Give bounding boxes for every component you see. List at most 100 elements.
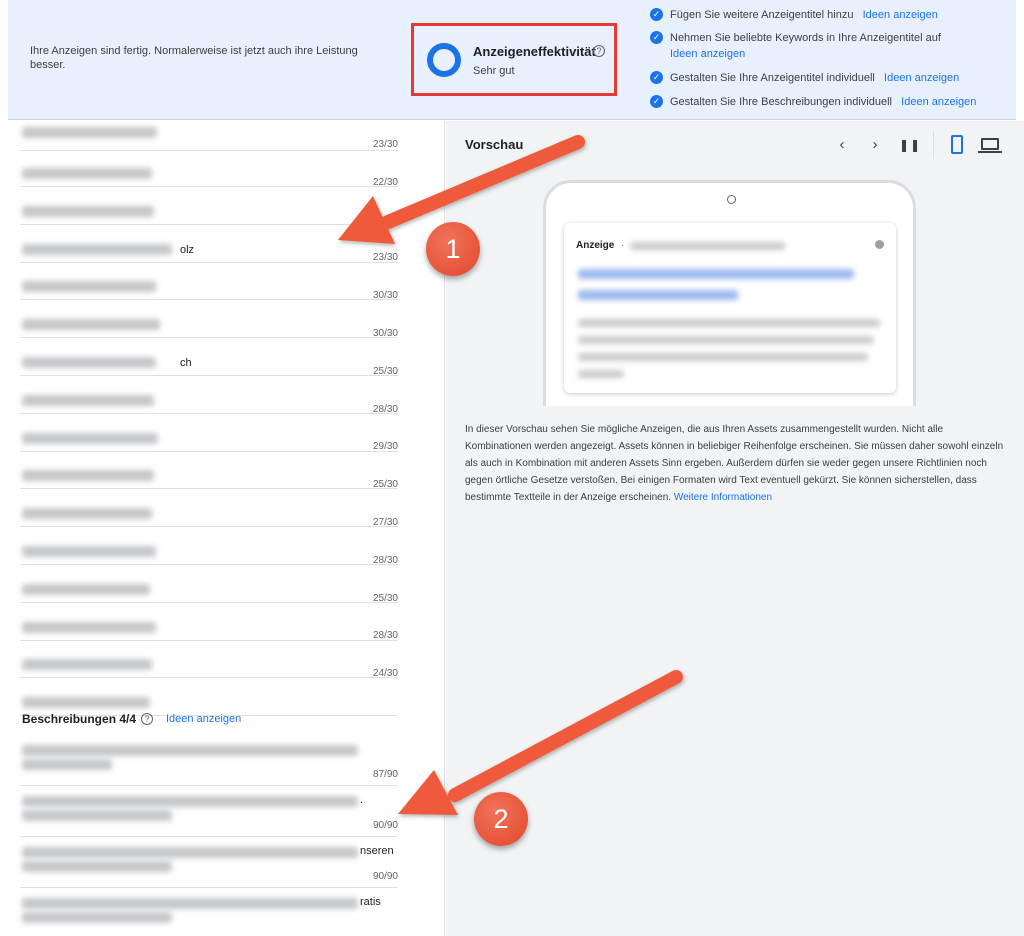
character-count: 28/30 — [372, 554, 398, 566]
ideas-link[interactable]: Ideen anzeigen — [901, 96, 976, 108]
blurred-headline — [22, 583, 150, 595]
pause-icon[interactable]: ❚❚ — [899, 135, 920, 155]
blurred-headline — [22, 621, 156, 633]
phone-mockup: Anzeige · — [543, 180, 916, 406]
headline-row[interactable]: olz 30/30 — [20, 215, 398, 263]
character-count: 87/90 — [372, 769, 398, 780]
banner-message: Ihre Anzeigen sind fertig. Normalerweise… — [30, 45, 358, 71]
phone-camera — [727, 195, 736, 204]
character-count: 28/30 — [372, 403, 398, 415]
headline-row[interactable] — [20, 113, 398, 151]
headline-row[interactable]: 28/30 — [20, 630, 398, 679]
laptop-icon[interactable] — [981, 138, 999, 150]
headline-row[interactable]: 23/30 — [20, 252, 398, 301]
question-circle-icon[interactable]: ? — [141, 713, 153, 725]
blurred-description — [22, 796, 358, 807]
headline-text-fragment: olz — [180, 243, 195, 256]
ideas-link[interactable]: Ideen anzeigen — [670, 48, 745, 60]
headline-row[interactable]: 23/30 — [20, 139, 398, 187]
character-count: 28/30 — [372, 630, 398, 642]
blurred-description — [22, 745, 358, 756]
character-count: 30/30 — [372, 214, 398, 226]
effectiveness-title: Anzeigeneffektivität — [473, 44, 596, 59]
blurred-description — [22, 898, 358, 909]
info-icon[interactable] — [875, 240, 884, 249]
blurred-ad-description — [578, 353, 868, 361]
headline-row[interactable]: 25/30 — [20, 366, 398, 414]
suggestion-text: Nehmen Sie beliebte Keywords in Ihre Anz… — [670, 32, 941, 44]
descriptions-heading: Beschreibungen 4/4 — [22, 712, 137, 726]
blurred-headline — [22, 319, 160, 331]
ideas-link[interactable]: Ideen anzeigen — [863, 9, 938, 21]
ad-label: Anzeige — [576, 240, 615, 251]
effectiveness-banner: Ihre Anzeigen sind fertig. Normalerweise… — [8, 0, 1016, 120]
description-row[interactable]: ratis — [20, 888, 398, 936]
preview-title: Vorschau — [465, 137, 524, 152]
effectiveness-ring-icon — [427, 43, 461, 77]
suggestion-text: Gestalten Sie Ihre Anzeigentitel individ… — [670, 72, 875, 84]
character-count: 25/30 — [372, 479, 398, 491]
preview-note: In dieser Vorschau sehen Sie mögliche An… — [465, 421, 1005, 506]
effectiveness-rating: Sehr gut — [473, 65, 515, 77]
blurred-headline — [22, 127, 157, 138]
character-count: 30/30 — [372, 328, 398, 339]
ad-separator: · — [621, 240, 625, 251]
blurred-headline — [22, 357, 156, 368]
blurred-description — [22, 912, 172, 923]
blurred-headline — [22, 168, 152, 179]
descriptions-ideas-link[interactable]: Ideen anzeigen — [166, 713, 241, 725]
description-row[interactable]: nseren 90/90 — [20, 837, 398, 888]
ad-preview-card: Anzeige · — [564, 223, 896, 393]
headline-row[interactable]: 25/30 — [20, 479, 398, 528]
blurred-description — [22, 810, 172, 821]
check-circle-icon: ✓ — [650, 31, 663, 44]
blurred-ad-description — [578, 319, 880, 327]
blurred-headline — [22, 243, 172, 255]
character-count: 29/30 — [372, 441, 398, 453]
blurred-ad-headline — [578, 290, 738, 300]
character-count: 90/90 — [372, 820, 398, 831]
suggestion-text: Fügen Sie weitere Anzeigentitel hinzu — [670, 9, 854, 21]
blurred-description — [22, 759, 112, 770]
annotation-badge-2: 2 — [474, 792, 528, 846]
headline-row[interactable]: ch 30/30 — [20, 328, 398, 376]
mobile-device-icon[interactable] — [951, 135, 963, 154]
headline-row[interactable]: 28/30 — [20, 404, 398, 452]
more-info-link[interactable]: Weitere Informationen — [674, 492, 772, 503]
question-circle-icon[interactable]: ? — [593, 45, 605, 57]
description-row[interactable]: . 90/90 — [20, 786, 398, 837]
headline-text-fragment: ch — [180, 357, 192, 369]
check-circle-icon: ✓ — [650, 8, 663, 21]
chevron-right-icon[interactable]: › — [865, 135, 885, 155]
annotation-badge-1: 1 — [426, 222, 480, 276]
chevron-left-icon[interactable]: ‹ — [832, 135, 852, 155]
blurred-display-url — [630, 242, 785, 250]
blurred-headline — [22, 470, 154, 482]
headline-row[interactable]: 29/30 — [20, 441, 398, 490]
character-count: 30/30 — [372, 290, 398, 302]
ideas-link[interactable]: Ideen anzeigen — [884, 72, 959, 84]
blurred-ad-description — [578, 370, 624, 378]
description-text-fragment: nseren — [360, 845, 394, 857]
blurred-headline — [22, 659, 152, 671]
headline-row[interactable]: 24/30 — [20, 668, 398, 717]
description-row[interactable]: 87/90 — [20, 735, 398, 786]
description-text-fragment: ratis — [360, 896, 381, 908]
blurred-headline — [22, 281, 156, 293]
headline-row[interactable]: 22/30 — [20, 177, 398, 225]
blurred-headline — [22, 205, 154, 217]
character-count: 23/30 — [372, 139, 398, 150]
headline-row[interactable]: 27/30 — [20, 517, 398, 565]
headline-row[interactable]: 30/30 — [20, 290, 398, 339]
blurred-headline — [22, 697, 150, 709]
character-count: 25/30 — [372, 365, 398, 377]
blurred-ad-description — [578, 336, 874, 344]
ad-effectiveness-panel: Anzeigeneffektivität ? Sehr gut — [411, 23, 617, 96]
suggestion-text: Gestalten Sie Ihre Beschreibungen indivi… — [670, 96, 892, 108]
headline-row[interactable]: 25/30 — [20, 593, 398, 641]
character-count: 23/30 — [372, 252, 398, 264]
blurred-description — [22, 847, 358, 858]
laptop-icon-base — [978, 151, 1002, 153]
headline-row[interactable]: 28/30 — [20, 555, 398, 603]
blurred-description — [22, 861, 172, 872]
